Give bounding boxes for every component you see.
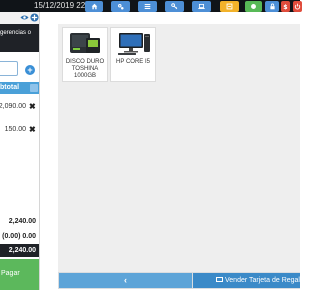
item-subtotal: 150.00 — [4, 126, 26, 133]
key-icon — [171, 3, 178, 10]
remove-item-icon[interactable]: ✖ — [29, 124, 36, 136]
product-card[interactable]: HP CORE I5 — [110, 27, 156, 82]
back-button[interactable]: ‹ — [59, 273, 192, 288]
add-circle-icon[interactable] — [30, 13, 39, 22]
table-row: 2,090.00 ✖ — [0, 101, 39, 113]
total-value: 2,240.00 — [8, 247, 36, 254]
product-name: HP CORE I5 — [116, 59, 150, 65]
status-button[interactable] — [245, 1, 262, 12]
sell-gift-card-button[interactable]: Vender Tarjeta de Regal — [193, 273, 300, 288]
list-button[interactable] — [138, 1, 157, 12]
power-icon — [294, 3, 301, 10]
eye-icon[interactable] — [20, 13, 29, 22]
settings-button[interactable] — [111, 1, 130, 12]
hint-text: gerencias o — [0, 30, 32, 36]
gift-card-label: Vender Tarjeta de Regal — [225, 277, 300, 284]
lock-button[interactable] — [265, 1, 279, 12]
discount-row: (0.00) 0.00 — [0, 231, 39, 242]
table-row: 150.00 ✖ — [0, 124, 39, 136]
cart-table-header: btotal — [0, 82, 39, 94]
search-input[interactable] — [0, 61, 18, 76]
cash-button[interactable]: $ — [281, 1, 290, 12]
header-options-icon[interactable] — [30, 84, 38, 92]
key-button[interactable] — [165, 1, 184, 12]
discount-value: (0.00) 0.00 — [2, 233, 36, 240]
search-row: + — [0, 61, 39, 78]
cart-header — [0, 12, 39, 24]
menu-icon — [226, 3, 233, 10]
hard-drive-icon — [70, 33, 100, 53]
product-grid: DISCO DURO TOSHINA 1000GB HP CORE I5 — [58, 24, 300, 279]
lock-icon — [269, 3, 275, 10]
hint-banner: gerencias o — [0, 24, 39, 52]
remove-item-icon[interactable]: ✖ — [29, 101, 36, 113]
top-bar: 15/12/2019 22:03 $ — [0, 0, 302, 12]
subtotal-value: 2,240.00 — [8, 218, 36, 225]
dollar-icon: $ — [283, 4, 287, 10]
menu-button[interactable] — [220, 1, 239, 12]
circle-icon — [251, 4, 256, 9]
cogs-icon — [118, 4, 124, 10]
item-subtotal: 2,090.00 — [0, 103, 26, 110]
pay-button[interactable]: Pagar — [0, 259, 39, 290]
desktop-computer-icon — [118, 33, 150, 55]
power-button[interactable] — [293, 1, 302, 12]
subtotal-column-header: btotal — [0, 84, 20, 91]
add-item-button[interactable]: + — [25, 65, 35, 75]
home-button[interactable] — [85, 1, 103, 12]
total-row: 2,240.00 — [0, 244, 39, 257]
laptop-button[interactable] — [192, 1, 211, 12]
subtotal-row: 2,240.00 — [0, 216, 39, 227]
chevron-left-icon: ‹ — [124, 275, 127, 285]
laptop-icon — [198, 3, 205, 10]
product-card[interactable]: DISCO DURO TOSHINA 1000GB — [62, 27, 108, 82]
home-icon — [91, 3, 97, 10]
list-icon — [144, 4, 151, 10]
cart-panel: gerencias o + btotal 2,090.00 ✖ 150.00 ✖… — [0, 12, 40, 290]
pay-label: Pagar — [1, 270, 20, 277]
product-name: DISCO DURO TOSHINA 1000GB — [65, 59, 105, 79]
gift-card-icon — [216, 276, 223, 282]
svg-text:$: $ — [283, 4, 287, 10]
